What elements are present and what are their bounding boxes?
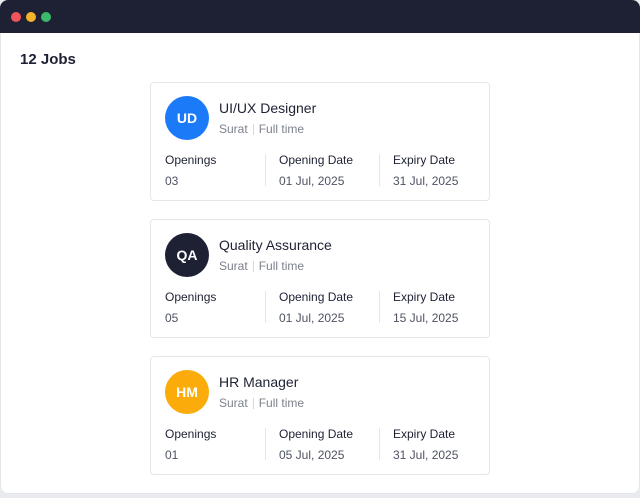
job-type: Full time [258,259,305,273]
job-location: Surat [219,259,248,273]
job-avatar: QA [165,233,209,277]
expiry-date-value: 31 Jul, 2025 [393,448,459,462]
expiry-date-label: Expiry Date [393,290,456,304]
expiry-date-label: Expiry Date [393,427,456,441]
expiry-date-value: 15 Jul, 2025 [393,311,459,325]
job-meta: Surat Full time [219,396,304,410]
jobs-panel: 12 Jobs UD UI/UX Designer Surat Full tim… [0,33,640,494]
openings-stat: Openings 03 [165,153,279,188]
stat-divider [379,428,380,460]
job-card[interactable]: UD UI/UX Designer Surat Full time Openin… [150,82,490,201]
openings-stat: Openings 05 [165,290,279,325]
maximize-window-dot[interactable] [41,11,51,22]
expiry-date-stat: Expiry Date 15 Jul, 2025 [379,290,507,325]
stat-divider [265,154,266,186]
minimize-window-dot[interactable] [26,11,36,22]
job-title[interactable]: UI/UX Designer [219,100,316,116]
stat-divider [265,291,266,323]
job-meta: Surat Full time [219,122,304,136]
opening-date-label: Opening Date [279,290,354,304]
job-type: Full time [258,396,305,410]
close-window-dot[interactable] [11,11,21,22]
expiry-date-stat: Expiry Date 31 Jul, 2025 [379,153,507,188]
stat-divider [265,428,266,460]
openings-value: 01 [165,448,179,462]
job-avatar: HM [165,370,209,414]
openings-label: Openings [165,290,217,304]
openings-value: 03 [165,174,179,188]
opening-date-value: 01 Jul, 2025 [279,311,345,325]
meta-separator [252,123,254,135]
openings-label: Openings [165,153,217,167]
expiry-date-label: Expiry Date [393,153,456,167]
opening-date-stat: Opening Date 01 Jul, 2025 [265,290,393,325]
openings-value: 05 [165,311,179,325]
openings-label: Openings [165,427,217,441]
job-meta: Surat Full time [219,259,304,273]
opening-date-value: 01 Jul, 2025 [279,174,345,188]
expiry-date-value: 31 Jul, 2025 [393,174,459,188]
meta-separator [252,397,254,409]
stat-divider [379,291,380,323]
job-card[interactable]: HM HR Manager Surat Full time Openings 0… [150,356,490,475]
job-location: Surat [219,122,248,136]
opening-date-label: Opening Date [279,427,354,441]
job-title[interactable]: HR Manager [219,374,298,390]
job-type: Full time [258,122,305,136]
opening-date-stat: Opening Date 05 Jul, 2025 [265,427,393,462]
openings-stat: Openings 01 [165,427,279,462]
title-bar [0,0,640,33]
job-stats: Openings 01 Opening Date 05 Jul, 2025 Ex… [165,427,507,462]
opening-date-stat: Opening Date 01 Jul, 2025 [265,153,393,188]
job-stats: Openings 03 Opening Date 01 Jul, 2025 Ex… [165,153,507,188]
job-stats: Openings 05 Opening Date 01 Jul, 2025 Ex… [165,290,507,325]
app-window: 12 Jobs UD UI/UX Designer Surat Full tim… [0,0,640,494]
opening-date-label: Opening Date [279,153,354,167]
job-card[interactable]: QA Quality Assurance Surat Full time Ope… [150,219,490,338]
stat-divider [379,154,380,186]
meta-separator [252,260,254,272]
job-title[interactable]: Quality Assurance [219,237,332,253]
expiry-date-stat: Expiry Date 31 Jul, 2025 [379,427,507,462]
job-avatar: UD [165,96,209,140]
opening-date-value: 05 Jul, 2025 [279,448,345,462]
jobs-count-heading: 12 Jobs [20,51,76,68]
job-location: Surat [219,396,248,410]
